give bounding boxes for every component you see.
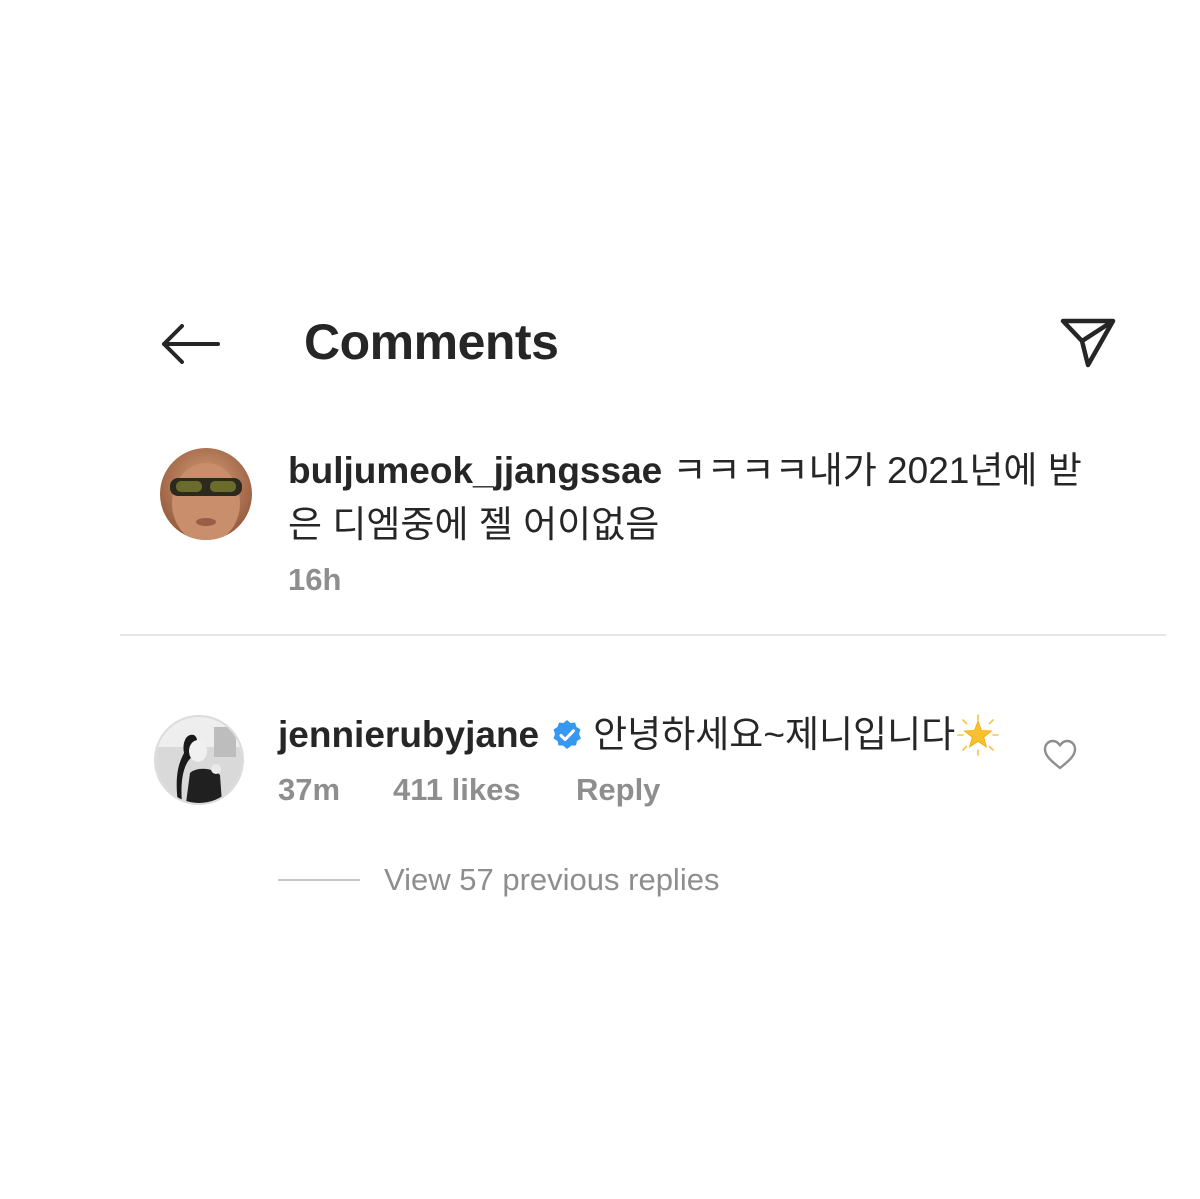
page-title: Comments bbox=[304, 314, 559, 370]
back-button[interactable] bbox=[152, 316, 228, 372]
comment: buljumeok_jjangssae ㅋㅋㅋㅋ내가 2021년에 받은 디엠중… bbox=[0, 440, 1200, 610]
likes-count[interactable]: 411 likes bbox=[393, 772, 576, 808]
comment-text: 안녕하세요~제니입니다 bbox=[593, 714, 956, 755]
reply-button[interactable]: Reply bbox=[576, 772, 660, 808]
comment-username[interactable]: buljumeok_jjangssae bbox=[288, 450, 662, 491]
comment-body: buljumeok_jjangssae ㅋㅋㅋㅋ내가 2021년에 받은 디엠중… bbox=[288, 444, 1088, 552]
comment-time: 37m bbox=[278, 772, 341, 807]
avatar[interactable] bbox=[160, 448, 252, 540]
comment-meta: 37m 411 likes Reply bbox=[278, 772, 660, 808]
avatar[interactable] bbox=[154, 715, 244, 805]
view-replies-button[interactable]: View 57 previous replies bbox=[278, 860, 719, 900]
divider bbox=[120, 634, 1166, 636]
verified-badge-icon bbox=[553, 720, 582, 749]
share-button[interactable] bbox=[1052, 306, 1122, 376]
comment-username[interactable]: jennierubyjane bbox=[278, 712, 539, 758]
paper-plane-icon bbox=[1060, 318, 1116, 368]
comment-body: jennierubyjane 안녕하세요~제니입니다 bbox=[278, 712, 999, 758]
user-avatar-image bbox=[156, 717, 242, 803]
heart-icon bbox=[1043, 739, 1077, 770]
arrow-left-icon bbox=[162, 324, 220, 364]
glowing-star-icon bbox=[957, 714, 999, 756]
replies-line bbox=[278, 879, 360, 881]
view-replies-label: View 57 previous replies bbox=[384, 862, 720, 897]
like-button[interactable] bbox=[1042, 737, 1078, 773]
comment-time: 16h bbox=[288, 562, 342, 597]
user-avatar-image bbox=[160, 448, 252, 540]
comments-header: Comments bbox=[0, 300, 1200, 384]
